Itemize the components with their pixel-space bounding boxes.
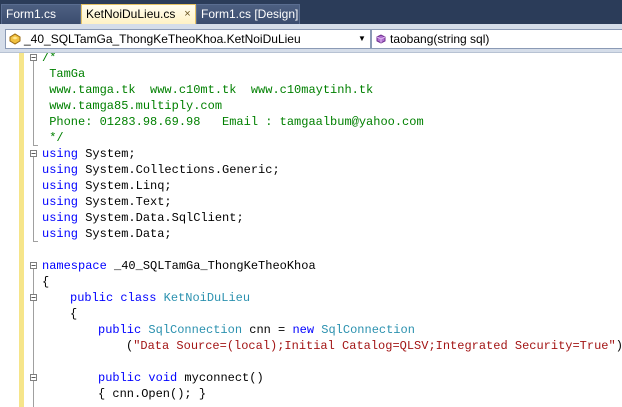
- member-dropdown[interactable]: taobang(string sql): [371, 29, 622, 49]
- chevron-down-icon[interactable]: ▼: [357, 30, 367, 48]
- outline-line: [33, 157, 34, 241]
- code-line: { cnn.Open(); }: [98, 387, 207, 401]
- outline-line: [33, 61, 34, 145]
- code-editor[interactable]: − − − − − /* TamGa www.tamga.tk www.c10m…: [0, 53, 622, 407]
- collapse-class-icon[interactable]: −: [30, 294, 37, 302]
- tab-form1-design[interactable]: Form1.cs [Design]: [196, 4, 300, 24]
- code-line: using System;: [42, 147, 136, 161]
- outline-line: [33, 241, 38, 242]
- change-tracking-margin: [19, 53, 24, 407]
- code-line: {: [42, 275, 50, 289]
- method-icon: [375, 33, 387, 45]
- member-dropdown-value: taobang(string sql): [390, 32, 490, 46]
- class-icon: [9, 33, 21, 45]
- type-dropdown[interactable]: _40_SQLTamGa_ThongKeTheoKhoa.KetNoiDuLie…: [5, 29, 371, 49]
- code-line: Phone: 01283.98.69.98 Email : tamgaalbum…: [42, 115, 424, 129]
- code-line: using System.Collections.Generic;: [42, 163, 280, 177]
- code-line: public SqlConnection cnn = new SqlConnec…: [98, 323, 415, 337]
- collapse-usings-icon[interactable]: −: [30, 150, 37, 158]
- code-line: {: [70, 307, 78, 321]
- tab-label: Form1.cs: [6, 7, 57, 21]
- outline-line: [33, 145, 38, 146]
- code-line: public void myconnect(): [98, 371, 264, 385]
- code-line: www.tamga.tk www.c10mt.tk www.c10maytinh…: [42, 83, 374, 97]
- tab-ketnoidulieu-cs[interactable]: KetNoiDuLieu.cs ×: [81, 4, 196, 24]
- code-line: public class KetNoiDuLieu: [70, 291, 251, 305]
- outline-line: [33, 269, 34, 407]
- code-line: TamGa: [42, 67, 86, 81]
- tab-label: KetNoiDuLieu.cs: [86, 7, 176, 21]
- collapse-namespace-icon[interactable]: −: [30, 262, 37, 270]
- code-line: www.tamga85.multiply.com: [42, 99, 223, 113]
- collapse-comment-icon[interactable]: −: [30, 54, 37, 62]
- collapse-method-icon[interactable]: −: [30, 374, 37, 382]
- tab-form1-cs[interactable]: Form1.cs: [1, 4, 81, 24]
- code-line: */: [42, 131, 64, 145]
- navigation-bar: _40_SQLTamGa_ThongKeTheoKhoa.KetNoiDuLie…: [0, 24, 622, 53]
- code-line: /*: [42, 53, 57, 65]
- code-line: namespace _40_SQLTamGa_ThongKeTheoKhoa: [42, 259, 316, 273]
- code-line: using System.Text;: [42, 195, 172, 209]
- type-dropdown-value: _40_SQLTamGa_ThongKeTheoKhoa.KetNoiDuLie…: [24, 32, 301, 46]
- document-tab-strip: Form1.cs KetNoiDuLieu.cs × Form1.cs [Des…: [0, 0, 622, 24]
- code-line: using System.Data;: [42, 227, 172, 241]
- code-line: using System.Linq;: [42, 179, 172, 193]
- code-line: using System.Data.SqlClient;: [42, 211, 244, 225]
- code-line: ("Data Source=(local);Initial Catalog=QL…: [126, 339, 622, 353]
- close-icon[interactable]: ×: [183, 9, 192, 20]
- tab-label: Form1.cs [Design]: [201, 7, 299, 21]
